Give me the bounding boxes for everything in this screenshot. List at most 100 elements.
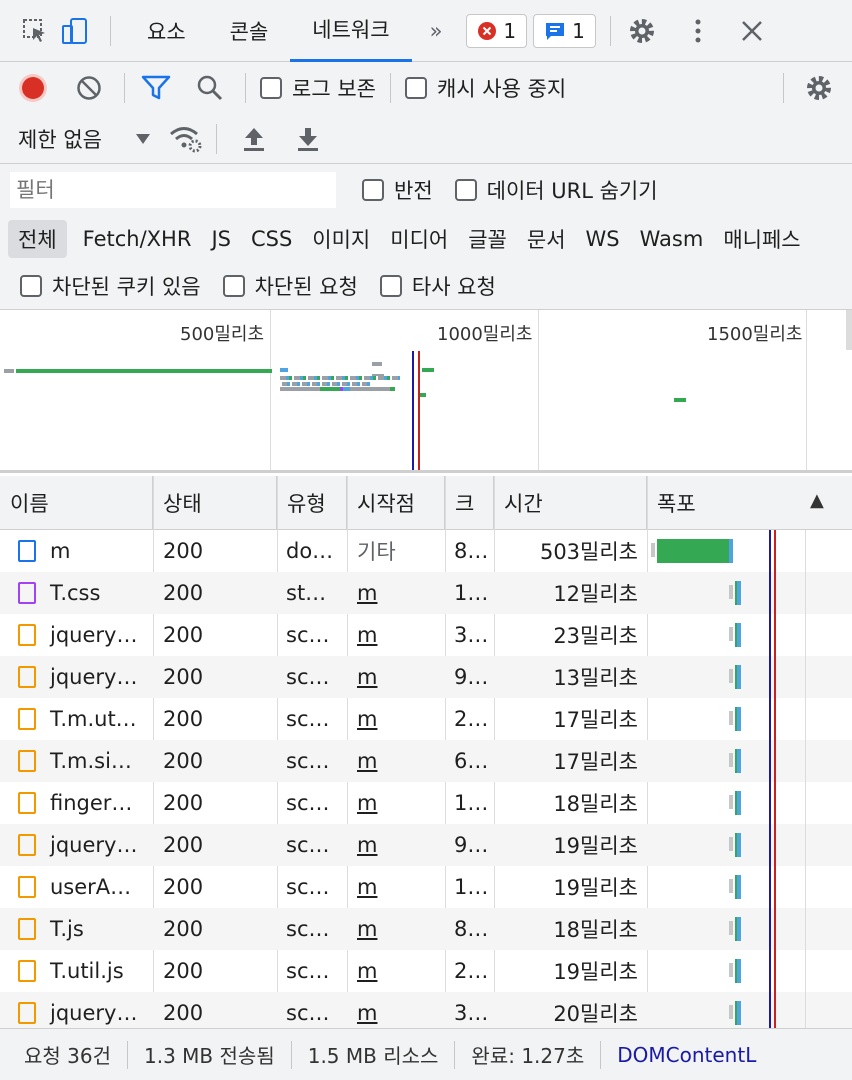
import-har-upload-icon[interactable] (237, 122, 271, 156)
preserve-log-label: 로그 보존 (292, 77, 376, 101)
clear-icon[interactable] (72, 71, 106, 105)
waterfall-bar-download (736, 707, 741, 731)
search-icon[interactable] (193, 71, 227, 105)
type-filter-ws[interactable]: WS (576, 223, 630, 255)
request-type: sc… (286, 959, 330, 983)
waterfall-bar-download (736, 623, 741, 647)
type-filter-font[interactable]: 글꼴 (458, 220, 517, 258)
record-icon[interactable] (16, 71, 50, 105)
more-tabs-button[interactable]: » (412, 0, 461, 62)
type-filter-fetch-xhr[interactable]: Fetch/XHR (73, 223, 202, 255)
more-options-icon[interactable] (681, 14, 715, 48)
tab-console[interactable]: 콘솔 (208, 0, 291, 62)
request-initiator[interactable]: m (357, 572, 441, 614)
type-filter-js[interactable]: JS (201, 223, 241, 255)
settings-gear-icon[interactable] (625, 14, 659, 48)
type-filter-manifest[interactable]: 매니페스 (713, 220, 810, 258)
table-row[interactable]: jquery… 200 sc… m 9… 13밀리초 (0, 656, 852, 698)
blocked-requests-checkbox[interactable] (222, 274, 245, 297)
table-row[interactable]: T.m.si… 200 sc… m 6… 17밀리초 (0, 740, 852, 782)
table-row[interactable]: jquery… 200 sc… m 3… 20밀리초 (0, 992, 852, 1028)
column-header-type[interactable]: 유형 (277, 476, 347, 530)
table-row[interactable]: finger… 200 sc… m 1… 18밀리초 (0, 782, 852, 824)
column-header-time[interactable]: 시간 (494, 476, 647, 530)
filter-bar: 반전 데이터 URL 숨기기 (0, 164, 852, 216)
waterfall-bar-download (736, 791, 741, 815)
request-initiator[interactable]: m (357, 950, 441, 992)
type-filter-css[interactable]: CSS (241, 223, 302, 255)
device-toolbar-icon[interactable] (58, 14, 92, 48)
table-row[interactable]: T.js 200 sc… m 8… 18밀리초 (0, 908, 852, 950)
stylesheet-file-icon (18, 582, 36, 604)
table-row[interactable]: userA… 200 sc… m 1… 19밀리초 (0, 866, 852, 908)
type-filter-media[interactable]: 미디어 (380, 220, 458, 258)
request-initiator[interactable]: m (357, 698, 441, 740)
waterfall-bar-download (736, 749, 741, 773)
waterfall-bar (734, 749, 737, 773)
request-name: jquery… (50, 1001, 138, 1025)
tab-network[interactable]: 네트워크 (290, 0, 412, 62)
errors-badge[interactable]: 1 (466, 13, 528, 48)
request-size: 9… (454, 833, 489, 857)
network-settings-gear-icon[interactable] (802, 71, 836, 105)
hide-data-urls-checkbox[interactable] (454, 179, 477, 201)
request-status: 200 (163, 581, 204, 605)
tab-elements[interactable]: 요소 (125, 0, 208, 62)
close-icon[interactable] (735, 14, 769, 48)
export-har-download-icon[interactable] (291, 122, 325, 156)
invert-checkbox[interactable] (362, 179, 384, 201)
request-initiator[interactable]: m (357, 656, 441, 698)
column-header-initiator[interactable]: 시작점 (347, 476, 445, 530)
network-overview-timeline[interactable]: 500밀리초 1000밀리초 1500밀리초 (0, 310, 852, 473)
table-row[interactable]: m 200 do… 기타 8… 503밀리초 (0, 530, 852, 572)
blocked-cookies-checkbox[interactable] (20, 274, 42, 297)
waterfall-bar (734, 875, 737, 899)
throttle-select[interactable]: 제한 없음 (18, 124, 102, 154)
request-initiator[interactable]: m (357, 614, 441, 656)
table-row[interactable]: T.m.ut… 200 sc… m 2… 17밀리초 (0, 698, 852, 740)
type-filter-doc[interactable]: 문서 (517, 220, 576, 258)
request-status: 200 (163, 875, 204, 899)
request-status: 200 (163, 623, 204, 647)
table-row[interactable]: T.css 200 st… m 1… 12밀리초 (0, 572, 852, 614)
filter-input[interactable] (10, 172, 336, 208)
filter-icon[interactable] (139, 71, 173, 105)
waterfall-bar-waiting (728, 669, 733, 683)
request-time: 19밀리초 (553, 834, 638, 858)
request-initiator[interactable]: m (357, 866, 441, 908)
sort-ascending-icon: ▲ (810, 490, 824, 511)
request-name: jquery… (50, 665, 138, 689)
request-initiator[interactable]: m (357, 824, 441, 866)
request-size: 1… (454, 791, 489, 815)
column-header-size[interactable]: 크 (445, 476, 494, 530)
type-filter-all[interactable]: 전체 (8, 220, 67, 258)
table-row[interactable]: T.util.js 200 sc… m 2… 19밀리초 (0, 950, 852, 992)
column-header-status[interactable]: 상태 (153, 476, 277, 530)
type-filter-wasm[interactable]: Wasm (630, 223, 714, 255)
request-initiator[interactable]: m (357, 992, 441, 1028)
network-status-bar: 요청 36건 1.3 MB 전송됨 1.5 MB 리소스 완료: 1.27초 D… (0, 1028, 852, 1080)
request-status: 200 (163, 539, 204, 563)
type-filter-image[interactable]: 이미지 (302, 220, 380, 258)
request-name: finger… (50, 791, 133, 815)
request-initiator[interactable]: m (357, 782, 441, 824)
column-header-name[interactable]: 이름 (0, 476, 153, 530)
waterfall-bar (734, 917, 737, 941)
request-type: sc… (286, 875, 330, 899)
request-initiator[interactable]: m (357, 740, 441, 782)
dropdown-arrow-icon[interactable] (126, 122, 160, 156)
inspect-element-icon[interactable] (18, 14, 52, 48)
disable-cache-checkbox[interactable] (404, 77, 427, 99)
waterfall-bar (734, 623, 737, 647)
waterfall-bar-waiting (728, 837, 733, 851)
table-row[interactable]: jquery… 200 sc… m 9… 19밀리초 (0, 824, 852, 866)
preserve-log-checkbox[interactable] (260, 77, 282, 99)
third-party-checkbox[interactable] (379, 274, 402, 297)
messages-badge[interactable]: 1 (533, 13, 596, 48)
request-initiator[interactable]: m (357, 908, 441, 950)
table-row[interactable]: jquery… 200 sc… m 3… 23밀리초 (0, 614, 852, 656)
script-file-icon (18, 1002, 36, 1024)
network-conditions-icon[interactable] (168, 122, 202, 156)
waterfall-bar-download (728, 539, 733, 563)
waterfall-bar-waiting (728, 921, 733, 935)
